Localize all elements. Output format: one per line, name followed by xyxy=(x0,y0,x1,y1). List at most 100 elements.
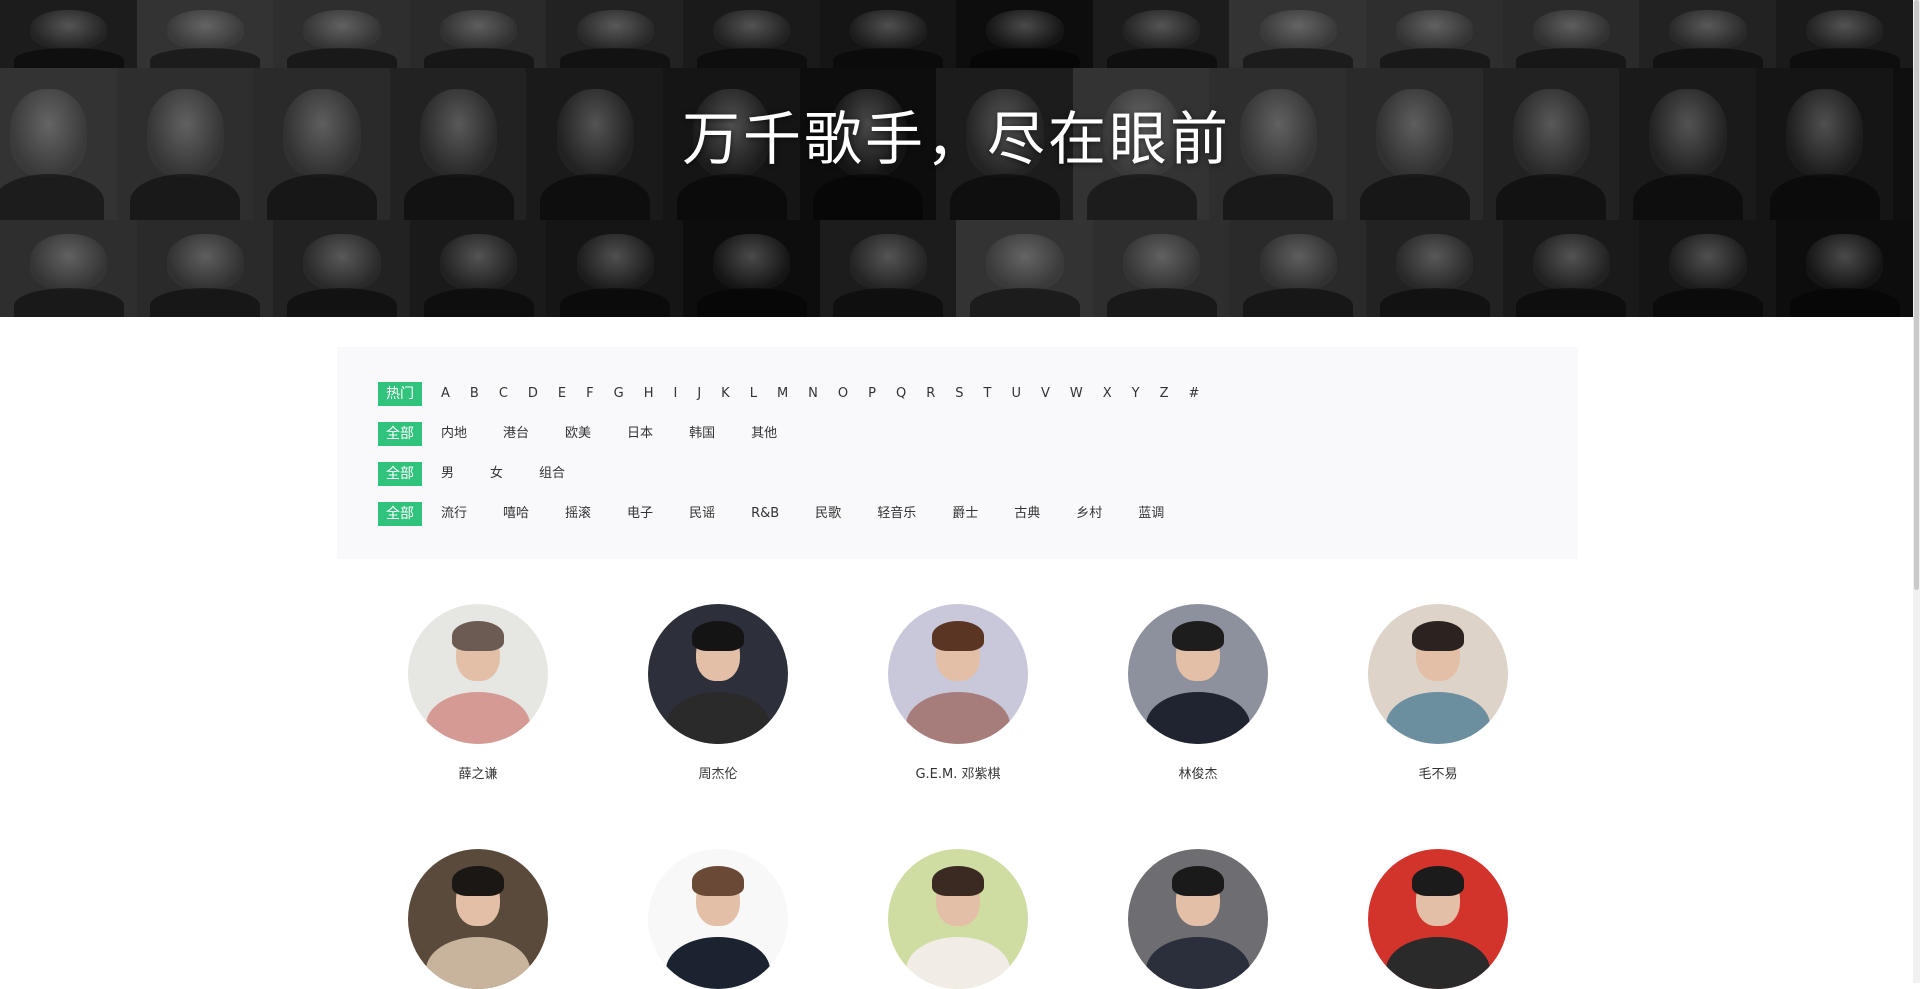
filter-genre-option[interactable]: 民歌 xyxy=(806,502,850,526)
filter-genre-option[interactable]: 蓝调 xyxy=(1129,502,1173,526)
avatar-figure-hair xyxy=(692,865,744,896)
avatar-figure-hair xyxy=(692,620,744,651)
filter-index-option[interactable]: E xyxy=(549,382,577,406)
avatar-figure-hair xyxy=(1412,620,1464,651)
singer-avatar[interactable] xyxy=(648,604,788,744)
singer-card[interactable] xyxy=(868,849,1048,989)
mosaic-tile xyxy=(956,220,1094,317)
filter-genre-option[interactable]: 爵士 xyxy=(943,502,987,526)
singer-card[interactable]: G.E.M. 邓紫棋 xyxy=(868,604,1048,782)
filter-genre-option[interactable]: 民谣 xyxy=(680,502,724,526)
filter-area-option[interactable]: 内地 xyxy=(432,422,476,446)
filter-index-option[interactable]: D xyxy=(519,382,549,406)
filter-index-option[interactable]: P xyxy=(859,382,887,406)
singer-avatar[interactable] xyxy=(408,849,548,989)
filter-index-option[interactable]: M xyxy=(768,382,799,406)
filter-index-option[interactable]: C xyxy=(490,382,519,406)
filter-genre-all[interactable]: 全部 xyxy=(378,502,422,526)
mosaic-tile xyxy=(0,220,138,317)
filter-sex-option[interactable]: 男 xyxy=(432,462,463,486)
filter-index-option[interactable]: Z xyxy=(1151,382,1180,406)
filter-genre-option[interactable]: 古典 xyxy=(1005,502,1049,526)
filter-index-option[interactable]: B xyxy=(461,382,490,406)
filter-index-option[interactable]: G xyxy=(605,382,635,406)
filter-index-option[interactable]: A xyxy=(432,382,461,406)
mosaic-tile xyxy=(956,0,1094,68)
filter-index-option[interactable]: S xyxy=(946,382,974,406)
avatar-figure-body xyxy=(906,692,1010,744)
mosaic-tile xyxy=(409,0,548,68)
singer-card[interactable] xyxy=(1348,849,1528,989)
filter-index-option[interactable]: R xyxy=(917,382,946,406)
singer-avatar[interactable] xyxy=(1128,849,1268,989)
mosaic-tile xyxy=(683,220,821,317)
filter-genre-option[interactable]: 摇滚 xyxy=(556,502,600,526)
filter-index-option[interactable]: W xyxy=(1061,382,1094,406)
mosaic-tile xyxy=(1092,220,1231,317)
filter-genre-option[interactable]: 流行 xyxy=(432,502,476,526)
filter-genre-option[interactable]: 乡村 xyxy=(1067,502,1111,526)
singer-avatar[interactable] xyxy=(648,849,788,989)
filter-index-row: 热门 A B C D E F G H I J K L M N O P Q R S T U V W X Y Z # xyxy=(378,382,1210,406)
filter-area-option[interactable]: 港台 xyxy=(494,422,538,446)
singer-name-link[interactable]: G.E.M. 邓紫棋 xyxy=(868,763,1048,782)
singer-card[interactable]: 周杰伦 xyxy=(628,604,808,782)
filter-area-option[interactable]: 韩国 xyxy=(680,422,724,446)
singer-card[interactable] xyxy=(388,849,568,989)
filter-sex-option[interactable]: 女 xyxy=(481,462,512,486)
filter-index-option[interactable]: L xyxy=(741,382,768,406)
filter-sex-option[interactable]: 组合 xyxy=(530,462,574,486)
singer-name-link[interactable]: 周杰伦 xyxy=(628,763,808,782)
singer-name-link[interactable]: 毛不易 xyxy=(1348,763,1528,782)
singer-card[interactable] xyxy=(1108,849,1288,989)
avatar-figure-body xyxy=(666,692,770,744)
filter-genre-option[interactable]: R&B xyxy=(742,502,788,526)
singer-card[interactable]: 薛之谦 xyxy=(388,604,568,782)
filter-index-option[interactable]: H xyxy=(635,382,665,406)
filter-genre-option[interactable]: 嘻哈 xyxy=(494,502,538,526)
filter-index-option[interactable]: I xyxy=(664,382,688,406)
filter-area-all[interactable]: 全部 xyxy=(378,422,422,446)
singer-avatar[interactable] xyxy=(1368,604,1508,744)
filter-area-row: 全部 内地 港台 欧美 日本 韩国 其他 xyxy=(378,422,804,446)
singer-card[interactable] xyxy=(628,849,808,989)
filter-index-option[interactable]: F xyxy=(577,382,604,406)
filter-index-option[interactable]: X xyxy=(1094,382,1123,406)
mosaic-tile xyxy=(136,0,275,68)
mosaic-tile xyxy=(1639,0,1777,68)
filter-index-hot[interactable]: 热门 xyxy=(378,382,422,406)
page-scrollbar-thumb[interactable] xyxy=(1914,0,1919,590)
filter-area-option[interactable]: 日本 xyxy=(618,422,662,446)
avatar-figure-hair xyxy=(932,865,984,896)
singer-avatar[interactable] xyxy=(408,604,548,744)
singer-name-link[interactable]: 林俊杰 xyxy=(1108,763,1288,782)
singer-card[interactable]: 毛不易 xyxy=(1348,604,1528,782)
filter-index-option[interactable]: J xyxy=(688,382,712,406)
filter-index-option[interactable]: N xyxy=(799,382,829,406)
singer-name-link[interactable]: 薛之谦 xyxy=(388,763,568,782)
filter-area-option[interactable]: 欧美 xyxy=(556,422,600,446)
filter-index-option[interactable]: O xyxy=(829,382,859,406)
filter-index-option[interactable]: Y xyxy=(1123,382,1151,406)
filter-genre-option[interactable]: 电子 xyxy=(618,502,662,526)
filter-genre-option[interactable]: 轻音乐 xyxy=(868,502,925,526)
singer-avatar[interactable] xyxy=(1128,604,1268,744)
filter-index-option[interactable]: K xyxy=(712,382,741,406)
singer-avatar[interactable] xyxy=(888,849,1028,989)
filter-index-option[interactable]: # xyxy=(1180,382,1211,406)
filter-index-option[interactable]: T xyxy=(975,382,1003,406)
filter-sex-options: 男女组合 xyxy=(432,462,592,486)
mosaic-tile xyxy=(1366,0,1504,68)
singer-avatar[interactable] xyxy=(1368,849,1508,989)
filter-index-option[interactable]: U xyxy=(1002,382,1032,406)
mosaic-tile xyxy=(1092,0,1231,68)
filter-index-option[interactable]: V xyxy=(1032,382,1061,406)
avatar-figure-hair xyxy=(1172,620,1224,651)
singer-card[interactable]: 林俊杰 xyxy=(1108,604,1288,782)
mosaic-tile xyxy=(409,220,548,317)
mosaic-tile xyxy=(0,0,138,68)
filter-area-option[interactable]: 其他 xyxy=(742,422,786,446)
filter-index-option[interactable]: Q xyxy=(887,382,917,406)
filter-sex-all[interactable]: 全部 xyxy=(378,462,422,486)
singer-avatar[interactable] xyxy=(888,604,1028,744)
